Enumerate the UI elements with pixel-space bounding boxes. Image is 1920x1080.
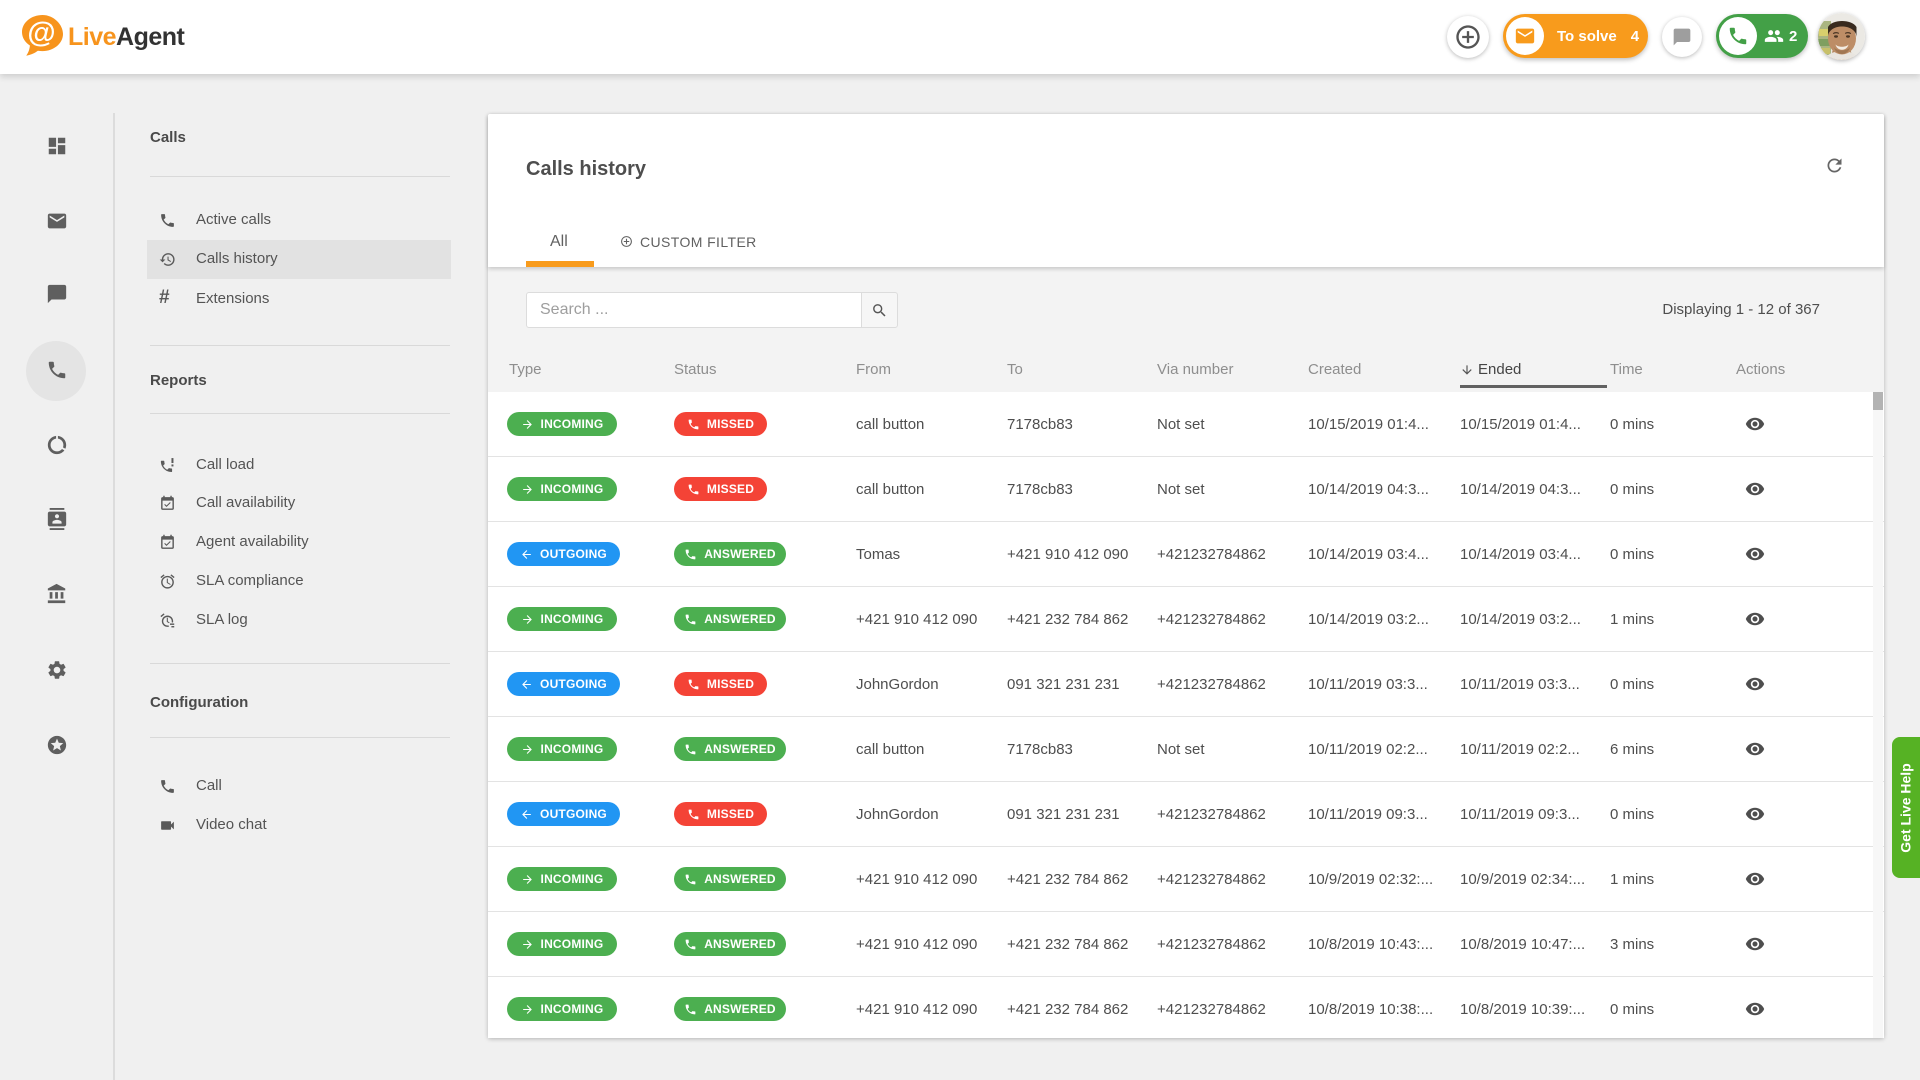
svg-text:@: @ — [27, 17, 55, 49]
